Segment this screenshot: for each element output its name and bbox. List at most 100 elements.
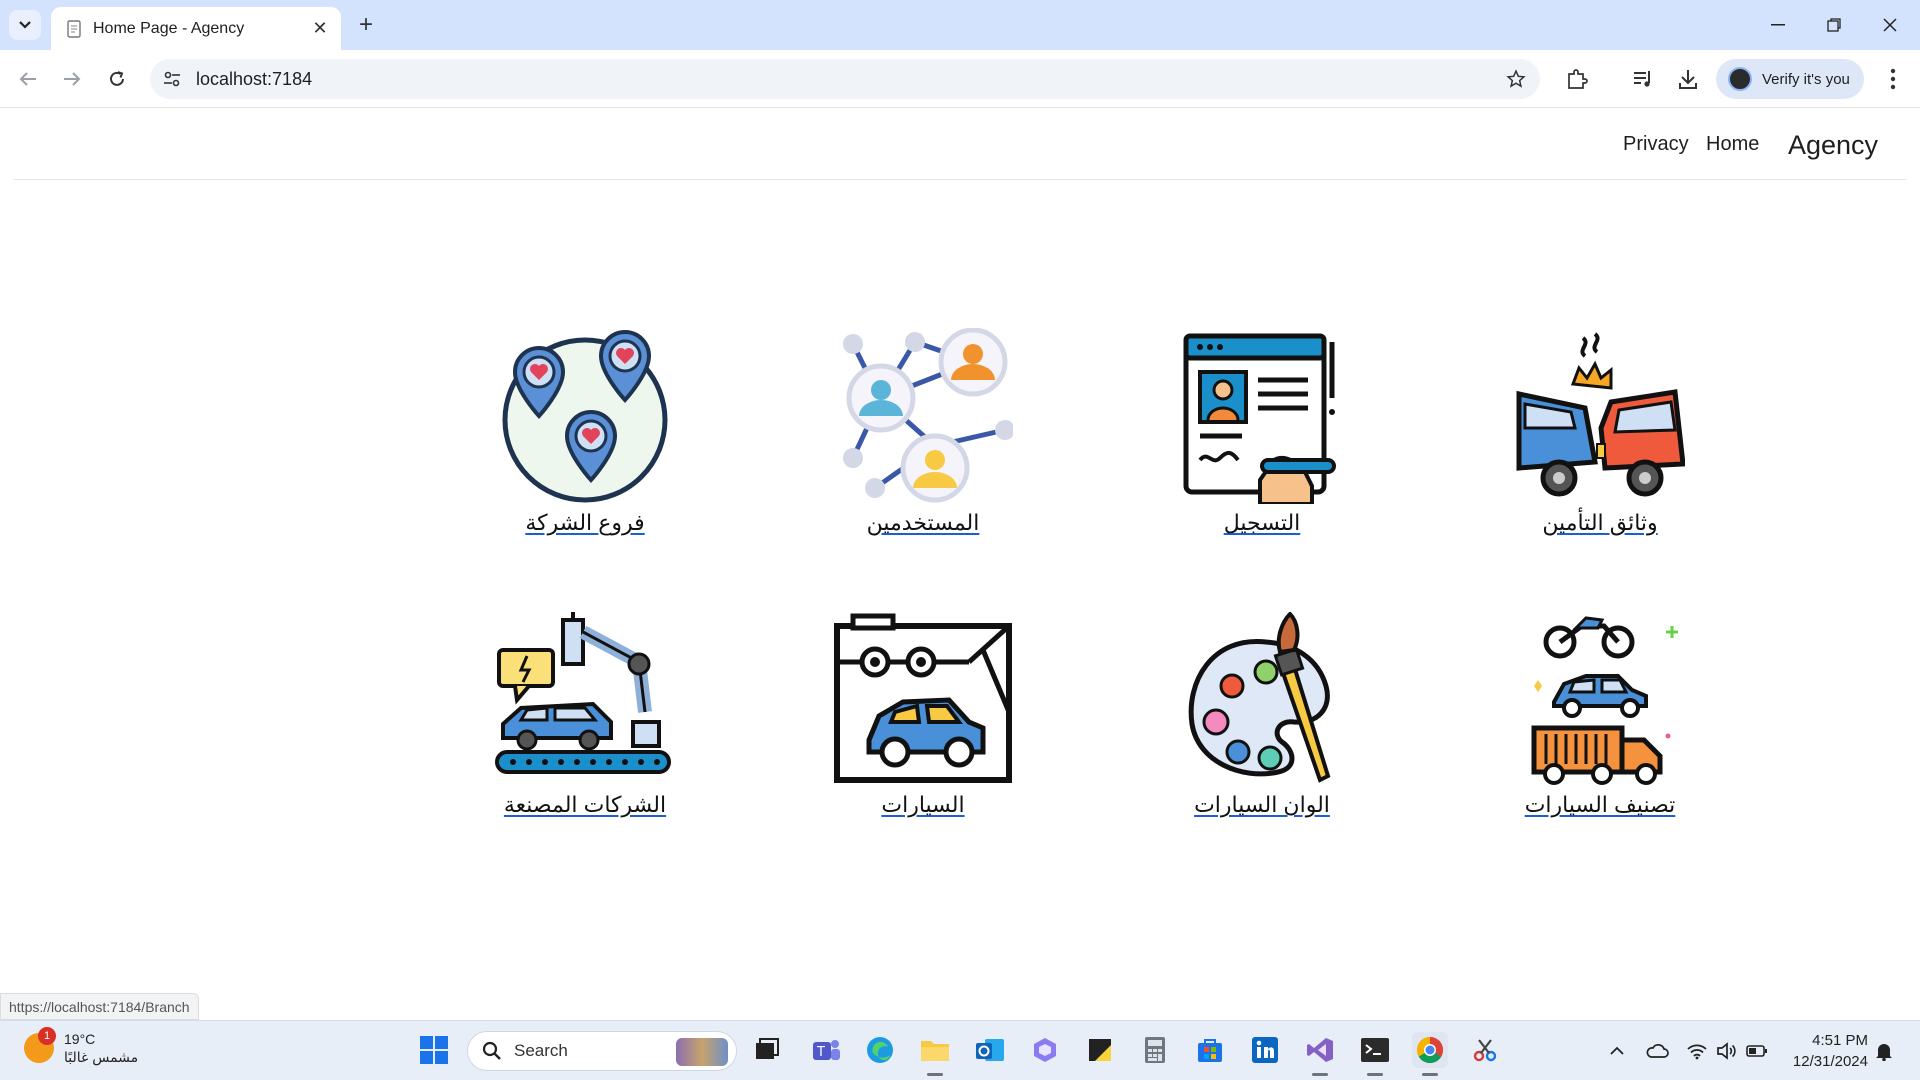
microsoft-store-app[interactable] <box>1192 1032 1228 1068</box>
card-car-colors[interactable]: الوان السيارات <box>1142 612 1382 818</box>
volume-button[interactable] <box>1715 1039 1739 1063</box>
search-icon <box>482 1041 501 1060</box>
address-bar[interactable]: localhost:7184 <box>150 59 1540 99</box>
close-window-button[interactable] <box>1862 0 1918 50</box>
linkedin-app[interactable] <box>1247 1032 1283 1068</box>
card-manufacturers[interactable]: الشركات المصنعة <box>465 612 705 818</box>
puzzle-icon <box>1568 69 1588 89</box>
sticky-notes-icon <box>1089 1039 1111 1061</box>
search-highlight-image <box>676 1038 728 1066</box>
nav-link-home[interactable]: Home <box>1706 133 1759 156</box>
site-navbar: Privacy Home Agency <box>14 109 1906 180</box>
card-label: الشركات المصنعة <box>503 792 667 817</box>
avatar <box>1728 67 1752 91</box>
task-view-button[interactable] <box>749 1032 785 1068</box>
show-hidden-icons-button[interactable] <box>1605 1039 1629 1063</box>
card-label: تصنيف السيارات <box>1524 792 1676 817</box>
notifications-button[interactable] <box>1872 1039 1896 1063</box>
weather-description: مشمس غالبًا <box>64 1049 139 1065</box>
calculator-icon <box>1145 1037 1165 1063</box>
media-controls-button[interactable] <box>1630 66 1656 92</box>
browser-toolbar: localhost:7184 Verify it's you <box>0 50 1920 108</box>
chrome-icon <box>1416 1036 1444 1064</box>
card-cars[interactable]: السيارات <box>803 612 1043 818</box>
edge-app[interactable] <box>862 1032 898 1068</box>
taskbar-search-label: Search <box>514 1041 568 1060</box>
onedrive-button[interactable] <box>1645 1039 1669 1063</box>
navbar-brand[interactable]: Agency <box>1788 130 1878 161</box>
vehicle-types-icon <box>1531 616 1678 785</box>
verify-label: Verify it's you <box>1762 70 1850 88</box>
outlook-app[interactable] <box>972 1032 1008 1068</box>
terminal-icon <box>1361 1038 1389 1062</box>
kebab-menu-icon <box>1890 68 1896 90</box>
tab-close-button[interactable]: ✕ <box>309 18 331 40</box>
card-label: السيارات <box>881 792 965 817</box>
tab-search-button[interactable] <box>9 10 41 40</box>
extensions-button[interactable] <box>1564 66 1590 92</box>
arrow-left-icon <box>19 72 36 86</box>
verify-profile-button[interactable]: Verify it's you <box>1716 59 1864 99</box>
terminal-app[interactable] <box>1357 1032 1393 1076</box>
card-car-categories[interactable]: تصنيف السيارات <box>1480 612 1720 818</box>
car-model-kit-icon <box>834 613 1012 783</box>
visual-studio-app[interactable] <box>1302 1032 1338 1076</box>
sun-icon: 1 <box>24 1027 56 1063</box>
wifi-icon <box>1687 1044 1707 1060</box>
sticky-notes-app[interactable] <box>1082 1032 1118 1068</box>
tab-title: Home Page - Agency <box>93 19 245 37</box>
browser-tab-active[interactable]: Home Page - Agency ✕ <box>51 7 341 50</box>
notification-badge: 1 <box>38 1027 56 1045</box>
minimize-button[interactable] <box>1750 0 1806 50</box>
speaker-icon <box>1717 1042 1736 1060</box>
users-network-icon <box>843 328 1013 503</box>
new-tab-button[interactable]: + <box>353 11 379 38</box>
reload-button[interactable] <box>100 62 134 96</box>
url-text[interactable]: localhost:7184 <box>196 69 312 90</box>
nav-link-privacy[interactable]: Privacy <box>1623 133 1689 156</box>
minimize-icon <box>1771 24 1785 26</box>
downloads-button[interactable] <box>1675 66 1701 92</box>
bookmark-star-button[interactable] <box>1504 67 1528 91</box>
card-label: الوان السيارات <box>1194 792 1330 817</box>
file-explorer-app[interactable] <box>917 1032 953 1076</box>
outlook-icon <box>976 1039 1004 1061</box>
svg-text:T: T <box>816 1045 825 1060</box>
card-label: وثائق التأمين <box>1542 510 1658 535</box>
forward-button[interactable] <box>55 62 89 96</box>
copilot-app[interactable] <box>1027 1032 1063 1068</box>
teams-app[interactable]: T <box>808 1032 844 1068</box>
paint-palette-icon <box>1188 612 1331 783</box>
registration-form-icon <box>1183 333 1336 504</box>
download-icon <box>1679 70 1697 89</box>
battery-button[interactable] <box>1745 1039 1769 1063</box>
card-branches[interactable]: فروع الشركة <box>465 328 705 536</box>
card-insurance[interactable]: وثائق التأمين <box>1480 328 1720 536</box>
status-bar-url: https://localhost:7184/Branch <box>0 993 199 1020</box>
card-label: فروع الشركة <box>525 510 645 535</box>
start-button[interactable] <box>416 1032 452 1068</box>
car-factory-icon <box>495 612 671 774</box>
page-favicon-icon <box>67 19 81 38</box>
browser-tabstrip: Home Page - Agency ✕ + <box>0 0 1920 50</box>
store-icon <box>1198 1039 1222 1062</box>
weather-widget[interactable]: 1 19°C مشمس غالبًا <box>24 1027 139 1066</box>
star-icon <box>1506 69 1526 88</box>
restore-button[interactable] <box>1806 0 1862 50</box>
browser-menu-button[interactable] <box>1880 66 1906 92</box>
calculator-app[interactable] <box>1137 1032 1173 1068</box>
wifi-button[interactable] <box>1685 1039 1709 1063</box>
system-clock[interactable]: 4:51 PM 12/31/2024 <box>1780 1030 1868 1072</box>
site-info-icon[interactable] <box>160 67 184 91</box>
edge-icon <box>867 1037 893 1063</box>
chrome-app[interactable] <box>1412 1032 1448 1076</box>
taskbar-search[interactable]: Search <box>467 1031 737 1071</box>
arrow-right-icon <box>64 72 81 86</box>
copilot-icon <box>1034 1038 1056 1062</box>
back-button[interactable] <box>11 62 45 96</box>
card-users[interactable]: المستخدمين <box>803 328 1043 536</box>
card-registration[interactable]: التسجيل <box>1142 328 1382 536</box>
snipping-tool-app[interactable] <box>1467 1032 1503 1068</box>
card-label: المستخدمين <box>866 510 980 535</box>
car-crash-icon <box>1516 332 1685 497</box>
